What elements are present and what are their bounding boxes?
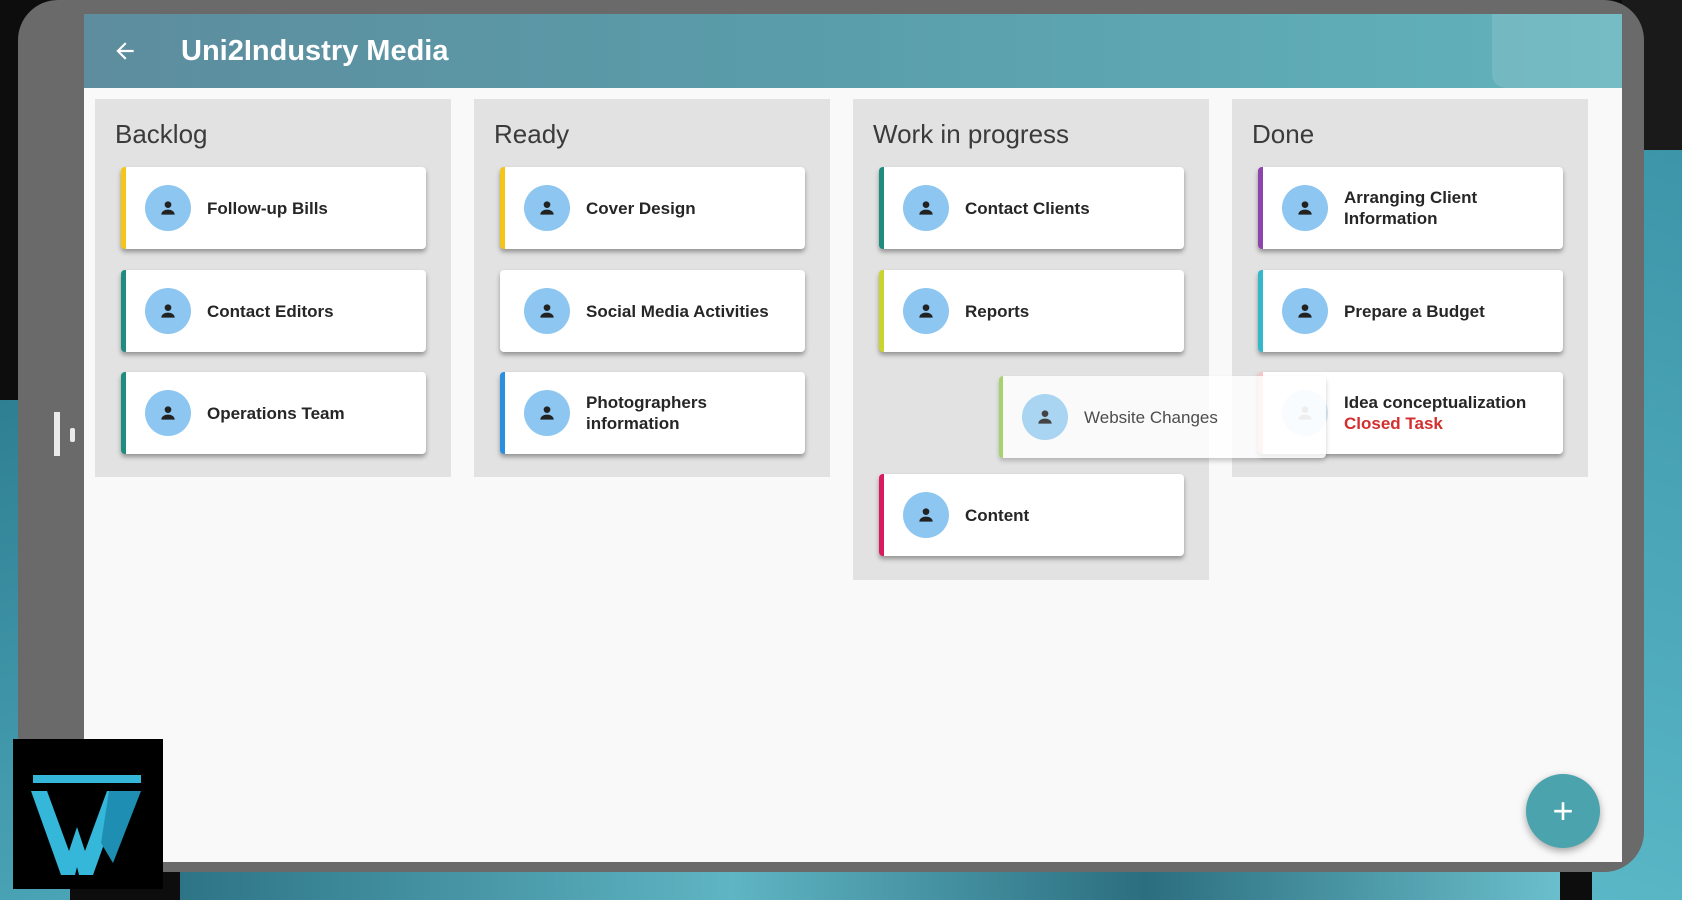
column-title: Work in progress [873, 119, 1070, 149]
task-card[interactable]: Social Media Activities [500, 270, 805, 352]
app-bar-decoration [1492, 14, 1622, 88]
user-avatar-icon [145, 185, 191, 231]
user-avatar-icon [524, 390, 570, 436]
task-card[interactable]: Photographers information [500, 372, 805, 454]
task-card[interactable]: Cover Design [500, 167, 805, 249]
user-avatar-icon [524, 185, 570, 231]
task-title: Operations Team [207, 403, 345, 423]
task-card[interactable]: Contact Clients [879, 167, 1184, 249]
user-avatar-icon [903, 185, 949, 231]
task-title: Contact Editors [207, 301, 334, 321]
task-title: Idea conceptualization Closed Task [1344, 392, 1526, 434]
task-title: Arranging Client Information [1344, 188, 1478, 228]
brand-w-logo [13, 739, 163, 889]
task-title: Website Changes [1084, 407, 1218, 427]
closed-task-label: Closed Task [1344, 414, 1443, 433]
task-card[interactable]: Operations Team [121, 372, 426, 454]
task-title: Photographers information [586, 393, 707, 433]
user-avatar-icon [145, 390, 191, 436]
user-avatar-icon [145, 288, 191, 334]
column-backlog: Backlog Follow-up Bills Contact Editors … [95, 99, 451, 477]
task-title: Contact Clients [965, 198, 1090, 218]
user-avatar-icon [1022, 394, 1068, 440]
task-title: Social Media Activities [586, 301, 769, 321]
task-card[interactable]: Reports [879, 270, 1184, 352]
add-task-button[interactable]: + [1526, 774, 1600, 848]
back-button[interactable] [106, 32, 144, 70]
column-work-in-progress: Work in progress Contact Clients Reports… [853, 99, 1209, 580]
task-card[interactable]: Prepare a Budget [1258, 270, 1563, 352]
column-ready: Ready Cover Design Social Media Activiti… [474, 99, 830, 477]
user-avatar-icon [903, 288, 949, 334]
column-title: Backlog [115, 119, 208, 149]
user-avatar-icon [524, 288, 570, 334]
tablet-side-mark [54, 412, 60, 456]
user-avatar-icon [1282, 185, 1328, 231]
task-title: Cover Design [586, 198, 696, 218]
task-title: Prepare a Budget [1344, 301, 1485, 321]
task-title: Reports [965, 301, 1030, 321]
column-title: Ready [494, 119, 570, 149]
task-title: Follow-up Bills [207, 198, 328, 218]
app-screen: Uni2Industry Media Backlog Follow-up Bil… [84, 14, 1622, 862]
column-title: Done [1252, 119, 1315, 149]
app-bar: Uni2Industry Media [84, 14, 1622, 88]
add-icon: + [1552, 790, 1574, 831]
user-avatar-icon [1282, 288, 1328, 334]
task-card[interactable]: Follow-up Bills [121, 167, 426, 249]
dragging-task-card[interactable]: Website Changes [999, 376, 1326, 458]
task-card[interactable]: Content [879, 474, 1184, 556]
app-title: Uni2Industry Media [181, 35, 449, 67]
user-avatar-icon [903, 492, 949, 538]
tablet-side-mark [70, 428, 75, 442]
tablet-frame: Uni2Industry Media Backlog Follow-up Bil… [18, 0, 1644, 872]
task-card[interactable]: Contact Editors [121, 270, 426, 352]
task-title-text: Idea conceptualization [1344, 393, 1527, 412]
task-title: Content [965, 505, 1030, 525]
arrow-left-icon [116, 42, 134, 60]
task-card[interactable]: Arranging Client Information [1258, 167, 1563, 249]
